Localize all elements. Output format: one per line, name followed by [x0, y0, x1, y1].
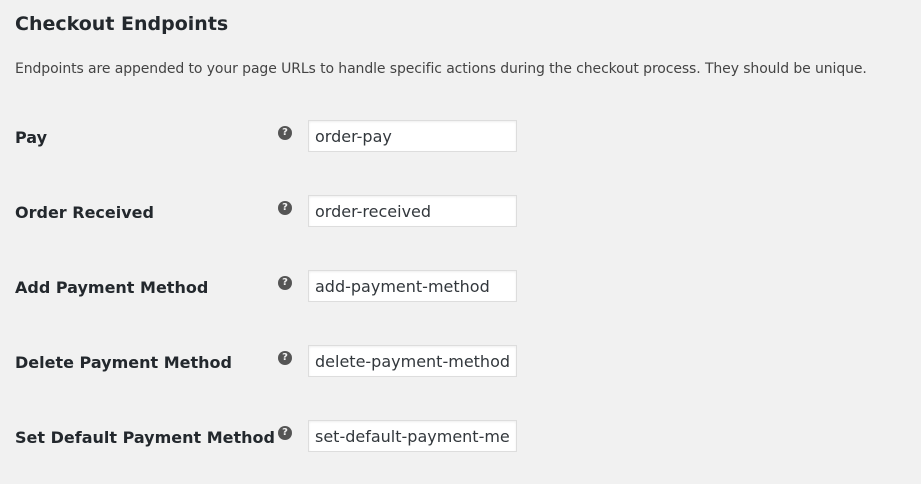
setting-row-set-default-payment-method: Set Default Payment Method ? [0, 420, 921, 454]
help-question-icon[interactable]: ? [278, 351, 292, 365]
order-received-endpoint-input[interactable] [308, 195, 517, 227]
help-question-icon[interactable]: ? [278, 426, 292, 440]
setting-row-pay: Pay ? [0, 120, 921, 154]
setting-row-order-received: Order Received ? [0, 195, 921, 229]
field-label-set-default-payment-method: Set Default Payment Method [15, 428, 275, 447]
section-description: Endpoints are appended to your page URLs… [15, 61, 867, 77]
setting-row-delete-payment-method: Delete Payment Method ? [0, 345, 921, 379]
pay-endpoint-input[interactable] [308, 120, 517, 152]
add-payment-method-endpoint-input[interactable] [308, 270, 517, 302]
setting-row-add-payment-method: Add Payment Method ? [0, 270, 921, 304]
checkout-endpoints-settings: Checkout Endpoints Endpoints are appende… [0, 0, 921, 484]
field-label-add-payment-method: Add Payment Method [15, 278, 209, 297]
section-title: Checkout Endpoints [15, 13, 229, 35]
help-question-icon[interactable]: ? [278, 276, 292, 290]
set-default-payment-method-endpoint-input[interactable] [308, 420, 517, 452]
field-label-pay: Pay [15, 128, 48, 147]
field-label-delete-payment-method: Delete Payment Method [15, 353, 232, 372]
delete-payment-method-endpoint-input[interactable] [308, 345, 517, 377]
help-question-icon[interactable]: ? [278, 126, 292, 140]
field-label-order-received: Order Received [15, 203, 154, 222]
help-question-icon[interactable]: ? [278, 201, 292, 215]
